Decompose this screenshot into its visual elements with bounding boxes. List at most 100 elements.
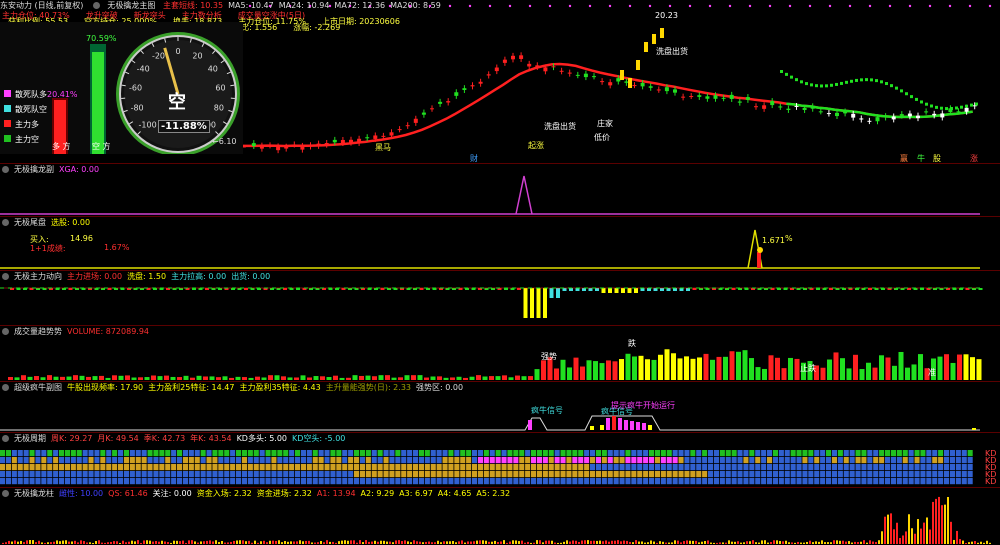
cycle-cell bbox=[47, 471, 53, 478]
flow-bar bbox=[484, 288, 489, 290]
cycle-cell bbox=[41, 457, 47, 464]
dragon-bar bbox=[941, 505, 943, 544]
dragon-bar bbox=[5, 542, 7, 544]
cycle-cell bbox=[200, 478, 206, 485]
volume-bar bbox=[716, 356, 722, 380]
panel-field-0: VOLUME: 872089.94 bbox=[67, 327, 149, 336]
dragon-bar bbox=[164, 541, 166, 544]
cycle-cell bbox=[767, 450, 773, 457]
weiqu-line-chart[interactable] bbox=[0, 217, 1000, 270]
dragon-bar bbox=[614, 540, 616, 544]
cycle-cell bbox=[194, 471, 200, 478]
gear-icon[interactable] bbox=[2, 273, 9, 280]
cycle-cell bbox=[755, 457, 761, 464]
panel-flow[interactable]: 无极主力动向 主力进场: 0.00 洗盘: 1.50 主力拉高: 0.00 出货: 0.… bbox=[0, 271, 1000, 325]
cycle-cell bbox=[519, 450, 525, 457]
cycle-cell bbox=[306, 457, 312, 464]
cycle-cell bbox=[796, 450, 802, 457]
cycle-cell bbox=[336, 464, 342, 471]
panel-title[interactable]: 成交量趋势势 bbox=[14, 327, 62, 336]
cycle-cell bbox=[790, 471, 796, 478]
cycle-cell bbox=[371, 478, 377, 485]
gear-icon[interactable] bbox=[2, 328, 9, 335]
dragon-bar bbox=[140, 542, 142, 544]
dragon-bar bbox=[299, 540, 301, 544]
panel-title[interactable]: 无极擒龙柱 bbox=[14, 489, 54, 498]
cycle-cell bbox=[590, 457, 596, 464]
dragon-bar bbox=[449, 541, 451, 544]
dragon-bar bbox=[560, 542, 562, 544]
cycle-cell bbox=[772, 478, 778, 485]
cycle-cell bbox=[466, 478, 472, 485]
volume-bar bbox=[885, 357, 891, 380]
main-field-2: MA24: 10.94 bbox=[278, 1, 330, 10]
dragon-bar bbox=[422, 542, 424, 544]
cycle-cell bbox=[725, 450, 731, 457]
dragon-bar bbox=[527, 541, 529, 544]
dragon-bar bbox=[452, 541, 454, 544]
panel-title[interactable]: 无极擒龙副 bbox=[14, 165, 54, 174]
cycle-cell bbox=[855, 450, 861, 457]
dragon-bar bbox=[248, 540, 250, 544]
cycle-cell bbox=[442, 464, 448, 471]
gear-icon[interactable] bbox=[2, 219, 9, 226]
gear-icon[interactable] bbox=[2, 490, 9, 497]
cycle-cell bbox=[448, 478, 454, 485]
cycle-cell bbox=[531, 450, 537, 457]
volume-bar bbox=[710, 359, 715, 380]
cycle-cell bbox=[678, 478, 684, 485]
panel-bull[interactable]: 超级疯牛副图 牛股出现频率: 17.90 主力盈利25特征: 14.47 主力盈利35… bbox=[0, 382, 1000, 432]
cycle-cell bbox=[737, 450, 743, 457]
cycle-cell bbox=[395, 464, 401, 471]
dragon-bar bbox=[359, 540, 361, 544]
dragon-bar bbox=[68, 541, 70, 544]
panel-title[interactable]: 无极周期 bbox=[14, 434, 46, 443]
flow-bar bbox=[36, 288, 40, 290]
panel-cycle[interactable]: 无极周期 周K: 29.27 月K: 49.54 季K: 42.73 年K: 43.54… bbox=[0, 433, 1000, 487]
dragon-bar bbox=[758, 542, 760, 544]
cycle-cell bbox=[141, 464, 147, 471]
cycle-cell bbox=[536, 471, 542, 478]
cycle-cell bbox=[566, 471, 572, 478]
volume-bar bbox=[619, 359, 624, 380]
candle bbox=[916, 115, 920, 119]
panel-dragon[interactable]: 无极擒龙柱 雌性: 10.00 QS: 61.46 关注: 0.00 资金入场: 2.3… bbox=[0, 488, 1000, 545]
cycle-cell bbox=[625, 450, 631, 457]
panel-title[interactable]: 无极主力动向 bbox=[14, 272, 62, 281]
gear-icon[interactable] bbox=[2, 435, 9, 442]
panel-xga[interactable]: 无极擒龙副 XGA: 0.00 bbox=[0, 164, 1000, 216]
dragon-bar bbox=[755, 542, 757, 544]
gear-icon[interactable] bbox=[2, 384, 9, 391]
panel-weiqu[interactable]: 无极尾盘 选股: 0.00 买入: 14.96 1+1成绩: 1.67% 1.67… bbox=[0, 217, 1000, 270]
cycle-cell bbox=[584, 464, 590, 471]
cycle-cell bbox=[820, 450, 826, 457]
volume-bar bbox=[456, 376, 462, 380]
cycle-cell bbox=[0, 450, 6, 457]
cycle-cell bbox=[572, 464, 578, 471]
gear-icon[interactable] bbox=[2, 166, 9, 173]
dragon-bar bbox=[602, 541, 604, 544]
cycle-cell bbox=[277, 471, 283, 478]
volume-bar bbox=[177, 377, 182, 380]
cycle-cell bbox=[643, 478, 649, 485]
bull-bar bbox=[648, 425, 652, 430]
panel-title[interactable]: 超级疯牛副图 bbox=[14, 383, 62, 392]
dragon-bar bbox=[230, 541, 232, 544]
dragon-bar bbox=[392, 542, 394, 544]
cycle-cell bbox=[472, 471, 478, 478]
cycle-cell bbox=[525, 457, 531, 464]
main-indicator-name[interactable]: 无极擒龙主图 bbox=[107, 1, 155, 10]
cycle-cell bbox=[814, 450, 820, 457]
dragon-bar bbox=[302, 541, 304, 544]
panel-volume[interactable]: 成交量趋势势 VOLUME: 872089.94 强势 跌 止跌 准 bbox=[0, 326, 1000, 381]
xga-line-chart[interactable] bbox=[0, 164, 1000, 216]
panel-title[interactable]: 无极尾盘 bbox=[14, 218, 46, 227]
gear-icon[interactable] bbox=[92, 2, 100, 9]
cycle-cell bbox=[224, 457, 230, 464]
cycle-cell bbox=[525, 464, 531, 471]
cycle-cell bbox=[383, 478, 389, 485]
cycle-cell bbox=[513, 471, 519, 478]
cycle-cell bbox=[843, 450, 849, 457]
cycle-cell bbox=[389, 450, 395, 457]
main-chart-panel[interactable]: 东安动力 (日线,前复权) 无极擒龙主图 主套短线: 10.35 MA5: 10.… bbox=[0, 0, 1000, 163]
